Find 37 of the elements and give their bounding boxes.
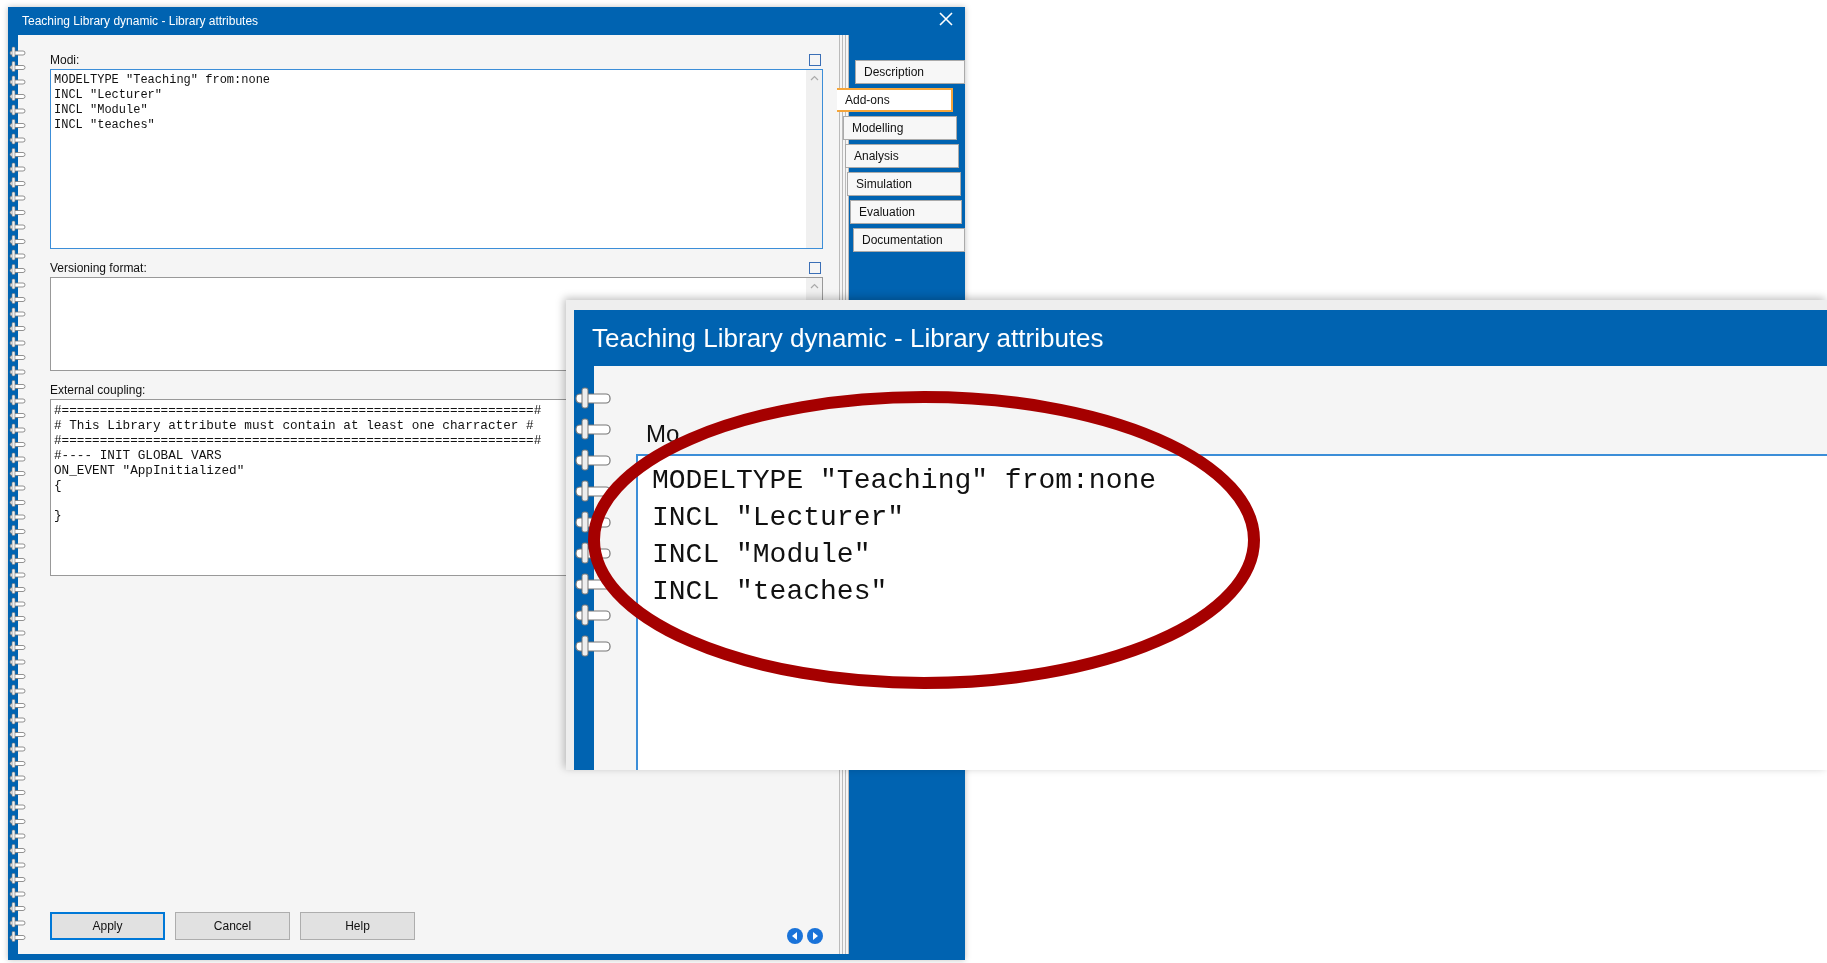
dialog-button[interactable]: Help bbox=[300, 912, 415, 940]
dialog-button[interactable]: Apply bbox=[50, 912, 165, 940]
code-line: MODELTYPE "Teaching" from:none bbox=[652, 464, 1157, 498]
code-line: INCL "Module" bbox=[652, 538, 871, 572]
code-line: #---- INIT GLOBAL VARS bbox=[54, 448, 222, 463]
maximize-button[interactable] bbox=[809, 262, 821, 274]
dialog-button[interactable]: Cancel bbox=[175, 912, 290, 940]
code-line: ON_EVENT "AppInitialized" bbox=[54, 463, 245, 478]
tab[interactable]: Analysis bbox=[845, 144, 959, 168]
scrollbar[interactable] bbox=[806, 70, 822, 248]
tab[interactable]: Simulation bbox=[847, 172, 961, 196]
close-icon[interactable] bbox=[939, 12, 953, 26]
code-line: INCL "teaches" bbox=[652, 575, 888, 609]
code-line: #==============================================================# bbox=[54, 403, 542, 418]
tab[interactable]: Evaluation bbox=[850, 200, 962, 224]
code-line: #==============================================================# bbox=[54, 433, 542, 448]
field-label: External coupling: bbox=[50, 383, 146, 397]
code-line: { } bbox=[54, 478, 62, 523]
maximize-button[interactable] bbox=[809, 54, 821, 66]
window-title: Teaching Library dynamic - Library attributes bbox=[22, 14, 259, 28]
code-line: # This Library attribute must contain at least one charracter # bbox=[54, 418, 534, 433]
tab[interactable]: Documentation bbox=[853, 228, 965, 252]
code-line: INCL "teaches" bbox=[54, 118, 155, 133]
code-line: MODELTYPE "Teaching" from:none bbox=[54, 73, 271, 88]
previous-icon[interactable] bbox=[787, 928, 803, 944]
code-line: INCL "Module" bbox=[54, 103, 148, 118]
tab[interactable]: Modelling bbox=[843, 116, 957, 140]
field-label: Mo bbox=[645, 420, 681, 449]
window-title: Teaching Library dynamic - Library attributes bbox=[592, 322, 1104, 354]
tab[interactable]: Add-ons bbox=[837, 88, 953, 112]
field-label: Versioning format: bbox=[50, 261, 147, 275]
tab[interactable]: Description bbox=[855, 60, 965, 84]
field-label: Modi: bbox=[50, 53, 80, 67]
code-line: INCL "Lecturer" bbox=[54, 88, 163, 103]
text-area[interactable]: MODELTYPE "Teaching" from:none INCL "Lecturer" INCL "Module" INCL "teaches" bbox=[50, 69, 823, 249]
code-line: INCL "Lecturer" bbox=[652, 501, 905, 535]
next-icon[interactable] bbox=[807, 928, 823, 944]
